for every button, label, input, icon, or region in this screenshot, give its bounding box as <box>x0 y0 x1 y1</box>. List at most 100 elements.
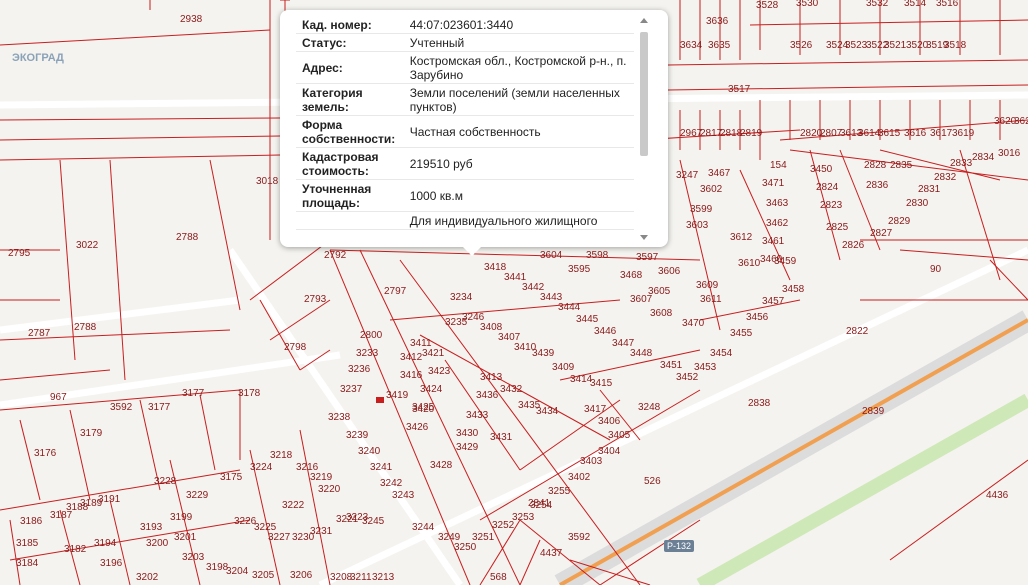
plot-number-label: 3196 <box>100 558 123 569</box>
plot-number-label: 3619 <box>952 128 975 139</box>
scroll-thumb[interactable] <box>640 32 648 156</box>
plot-number-label: 3206 <box>290 570 313 581</box>
plot-number-label: 2798 <box>284 342 307 353</box>
parcel-info-popup[interactable]: Кад. номер: 44:07:023601:3440 Статус: Учте… <box>280 10 668 256</box>
plot-number-label: 2824 <box>816 182 839 193</box>
info-value: Для индивидуального жилищного <box>403 211 634 230</box>
plot-number-label: 3458 <box>782 284 805 295</box>
plot-number-label: 3241 <box>370 462 393 473</box>
road-badge-label: Р-132 <box>667 541 691 551</box>
plot-number-label: 3461 <box>762 236 785 247</box>
info-row-address: Адрес: Костромская обл., Костромской р-н.… <box>296 51 634 84</box>
plot-number-label: 3526 <box>790 40 813 51</box>
plot-number-label: 3016 <box>998 148 1021 159</box>
plot-number-label: 3431 <box>490 432 513 443</box>
plot-number-label: 3237 <box>340 384 363 395</box>
plot-number-label: 2788 <box>176 232 199 243</box>
plot-number-label: 2823 <box>820 200 843 211</box>
plot-number-label: 2797 <box>384 286 407 297</box>
popup-pointer <box>463 247 481 256</box>
plot-number-label: 3227 <box>268 532 291 543</box>
plot-number-label: 3423 <box>428 366 451 377</box>
plot-number-label: 3603 <box>686 220 709 231</box>
plot-number-label: 3253 <box>512 512 535 523</box>
plot-number-label: 3240 <box>358 446 381 457</box>
info-value: Земли поселений (земли населенных пункто… <box>403 83 634 116</box>
plot-number-label: 3636 <box>706 16 729 27</box>
plot-number-label: 3634 <box>680 40 703 51</box>
plot-number-label: 3457 <box>762 296 785 307</box>
plot-number-label: 3222 <box>282 500 305 511</box>
plot-number-label: 3617 <box>930 128 953 139</box>
plot-number-label: 3607 <box>630 294 653 305</box>
plot-number-label: 2838 <box>748 398 771 409</box>
plot-number-label: 3445 <box>576 314 599 325</box>
plot-number-label: 2792 <box>324 250 347 261</box>
plot-number-label: 3402 <box>568 472 591 483</box>
plot-number-label: 3635 <box>708 40 731 51</box>
plot-number-label: 2826 <box>842 240 865 251</box>
parcel-info-table: Кад. номер: 44:07:023601:3440 Статус: Учте… <box>296 16 634 230</box>
plot-number-label: 2832 <box>934 172 957 183</box>
plot-number-label: 3213 <box>372 572 395 583</box>
plot-number-label: 3424 <box>420 384 443 395</box>
plot-number-label: 2787 <box>28 328 51 339</box>
scroll-up-arrow-icon[interactable] <box>640 18 648 23</box>
plot-number-label: 3231 <box>310 526 333 537</box>
plot-number-label: 3462 <box>766 218 789 229</box>
place-label-ekograd: ЭКОГРАД <box>12 52 64 64</box>
plot-number-label: 3611 <box>700 294 722 305</box>
plot-number-label: 3470 <box>682 318 705 329</box>
plot-number-label: 3022 <box>76 240 99 251</box>
info-key: Кадастровая стоимость: <box>296 147 404 180</box>
plot-number-label: 3177 <box>182 388 205 399</box>
plot-number-label: 3238 <box>328 412 351 423</box>
selected-parcel-marker[interactable] <box>376 397 384 403</box>
info-row-cadastral-number: Кад. номер: 44:07:023601:3440 <box>296 16 634 34</box>
plot-number-label: 3220 <box>318 484 341 495</box>
plot-number-label: 2829 <box>888 216 911 227</box>
plot-number-label: 3194 <box>94 538 117 549</box>
plot-number-label: 3234 <box>450 292 473 303</box>
plot-number-label: 3229 <box>186 490 209 501</box>
plot-number-label: 3405 <box>608 430 631 441</box>
plot-number-label: 3186 <box>20 516 43 527</box>
plot-number-label: 3178 <box>238 388 261 399</box>
plot-number-label: 3416 <box>400 370 423 381</box>
plot-number-label: 3176 <box>34 448 57 459</box>
plot-number-label: 3471 <box>762 178 785 189</box>
plot-number-label: 3528 <box>756 0 779 11</box>
plot-number-label: 3517 <box>728 84 751 95</box>
plot-number-label: 3415 <box>590 378 613 389</box>
plot-number-label: 3432 <box>500 384 523 395</box>
plot-number-label: 3430 <box>456 428 479 439</box>
plot-number-label: 3177 <box>148 402 171 413</box>
plot-number-label: 2833 <box>950 158 973 169</box>
plot-number-label: 3518 <box>944 40 967 51</box>
plot-number-label: 3599 <box>690 204 713 215</box>
plot-number-label: 3205 <box>252 570 275 581</box>
plot-number-label: 2795 <box>8 248 31 259</box>
plot-number-label: 3456 <box>746 312 769 323</box>
plot-number-label: 2827 <box>870 228 893 239</box>
plot-number-label: 3592 <box>568 532 591 543</box>
plot-number-label: 3218 <box>270 450 293 461</box>
plot-number-label: 154 <box>770 160 787 171</box>
plot-number-label: 3602 <box>700 184 723 195</box>
plot-number-label: 3184 <box>16 558 39 569</box>
plot-number-label: 3403 <box>580 456 603 467</box>
plot-number-label: 2836 <box>866 180 889 191</box>
scroll-down-arrow-icon[interactable] <box>640 235 648 240</box>
plot-number-label: 3175 <box>220 472 243 483</box>
plot-number-label: 3609 <box>696 280 719 291</box>
plot-number-label: 3421 <box>422 348 445 359</box>
plot-number-label: 2839 <box>862 406 885 417</box>
plot-number-label: 3247 <box>676 170 699 181</box>
info-value: 219510 руб <box>403 147 634 180</box>
plot-number-label: 2938 <box>180 14 203 25</box>
info-key: Кад. номер: <box>296 16 404 34</box>
popup-scrollbar[interactable] <box>639 18 649 240</box>
plot-number-label: 3439 <box>532 348 555 359</box>
plot-number-label: 3200 <box>146 538 169 549</box>
info-key: Адрес: <box>296 51 404 84</box>
